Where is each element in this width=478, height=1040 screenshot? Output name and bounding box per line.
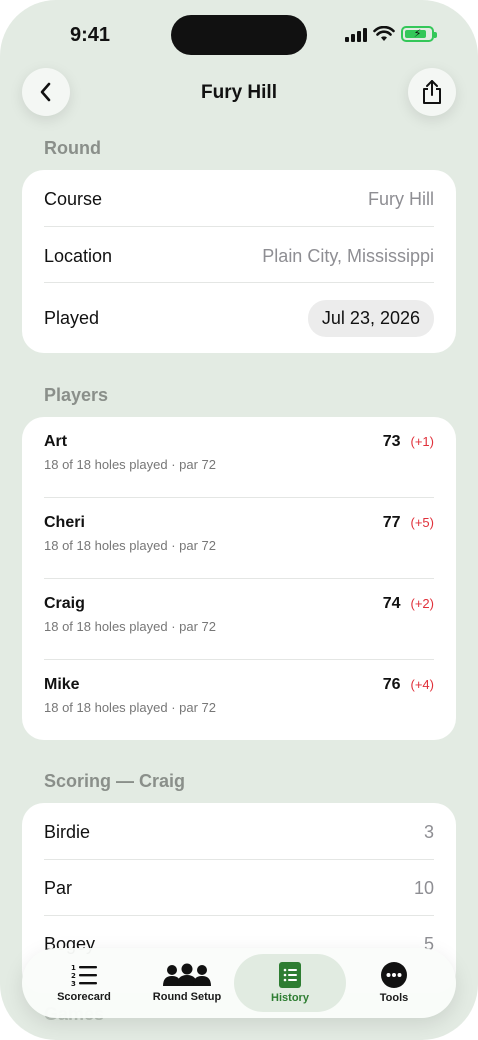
location-label: Location: [44, 245, 113, 266]
player-info: Mike 18 of 18 holes played · par 72: [44, 676, 216, 715]
player-row-craig[interactable]: Craig 18 of 18 holes played · par 72 74 …: [44, 595, 434, 645]
status-icons: ⚡: [345, 26, 437, 42]
score-total: 74: [382, 595, 401, 612]
score-total: 77: [382, 514, 401, 531]
more-icon: [381, 962, 407, 988]
tab-label: Round Setup: [152, 991, 222, 1003]
svg-text:3: 3: [71, 980, 76, 987]
scoring-label: Par: [44, 877, 73, 898]
score-to-par: (+5): [410, 515, 434, 530]
player-score: 74 (+2): [383, 595, 434, 613]
scoring-section-header: Scoring — Craig: [44, 771, 186, 791]
player-holes-summary: 18 of 18 holes played · par 72: [44, 700, 217, 715]
tab-scorecard[interactable]: 1 2 3 Scorecard: [28, 954, 140, 1012]
player-holes-summary: 18 of 18 holes played · par 72: [44, 538, 217, 553]
divider: [44, 497, 434, 498]
svg-text:1: 1: [71, 964, 76, 972]
svg-text:2: 2: [71, 972, 76, 980]
divider: [44, 859, 434, 860]
course-row: Course Fury Hill: [44, 184, 434, 214]
numbered-list-icon: 1 2 3: [71, 964, 97, 987]
tab-bar: 1 2 3 Scorecard Round Setup History Tool…: [22, 948, 456, 1018]
scoring-count: 3: [423, 821, 434, 842]
divider: [44, 282, 434, 283]
player-info: Art 18 of 18 holes played · par 72: [44, 433, 216, 472]
players-card: Art 18 of 18 holes played · par 72 73 (+…: [22, 417, 456, 740]
score-to-par: (+4): [410, 677, 434, 692]
player-name: Art: [44, 433, 68, 450]
played-date-picker[interactable]: Jul 23, 2026: [307, 299, 434, 337]
player-row-mike[interactable]: Mike 18 of 18 holes played · par 72 76 (…: [44, 676, 434, 726]
share-button[interactable]: [408, 68, 456, 116]
scoring-count: 10: [413, 877, 434, 898]
cellular-signal-icon: [345, 27, 367, 42]
round-section-header: Round: [44, 138, 101, 158]
score-to-par: (+2): [410, 596, 434, 611]
scoring-row-birdie: Birdie 3: [44, 817, 434, 847]
score-total: 76: [382, 676, 401, 693]
player-info: Craig 18 of 18 holes played · par 72: [44, 595, 216, 634]
tab-history[interactable]: History: [234, 954, 346, 1012]
phone-screen: 9:41 ⚡ Fury Hill Round Course Fury Hill …: [0, 0, 478, 1040]
course-value: Fury Hill: [368, 188, 434, 209]
played-label: Played: [44, 307, 100, 328]
status-time: 9:41: [70, 24, 111, 46]
played-row: Played Jul 23, 2026: [44, 299, 434, 337]
player-score: 77 (+5): [383, 514, 434, 532]
group-icon: [163, 963, 211, 986]
tab-round-setup[interactable]: Round Setup: [131, 954, 243, 1012]
tab-label: History: [271, 992, 309, 1004]
book-icon: [279, 962, 301, 988]
player-score: 73 (+1): [383, 433, 434, 451]
dynamic-island: [171, 15, 307, 55]
player-row-art[interactable]: Art 18 of 18 holes played · par 72 73 (+…: [44, 433, 434, 483]
tab-tools[interactable]: Tools: [338, 954, 450, 1012]
score-to-par: (+1): [410, 434, 434, 449]
scoring-row-par: Par 10: [44, 873, 434, 903]
battery-charging-icon: ⚡: [401, 26, 437, 42]
page-title: Fury Hill: [200, 82, 277, 103]
scoring-label: Birdie: [44, 821, 91, 842]
players-section-header: Players: [44, 385, 109, 405]
player-info: Cheri 18 of 18 holes played · par 72: [44, 514, 216, 553]
player-holes-summary: 18 of 18 holes played · par 72: [44, 619, 217, 634]
round-card: Course Fury Hill Location Plain City, Mi…: [22, 170, 456, 353]
course-label: Course: [44, 188, 103, 209]
player-name: Craig: [44, 595, 85, 612]
player-holes-summary: 18 of 18 holes played · par 72: [44, 457, 217, 472]
player-row-cheri[interactable]: Cheri 18 of 18 holes played · par 72 77 …: [44, 514, 434, 564]
divider: [44, 226, 434, 227]
tab-label: Tools: [379, 992, 409, 1004]
tab-label: Scorecard: [57, 991, 111, 1003]
location-row: Location Plain City, Mississippi: [44, 241, 434, 271]
wifi-icon: [373, 26, 395, 41]
score-total: 73: [382, 433, 401, 450]
location-value: Plain City, Mississippi: [262, 245, 434, 266]
player-score: 76 (+4): [383, 676, 434, 694]
player-name: Mike: [44, 676, 80, 693]
share-icon: [423, 80, 441, 104]
player-name: Cheri: [44, 514, 85, 531]
divider: [44, 659, 434, 660]
divider: [44, 915, 434, 916]
divider: [44, 578, 434, 579]
